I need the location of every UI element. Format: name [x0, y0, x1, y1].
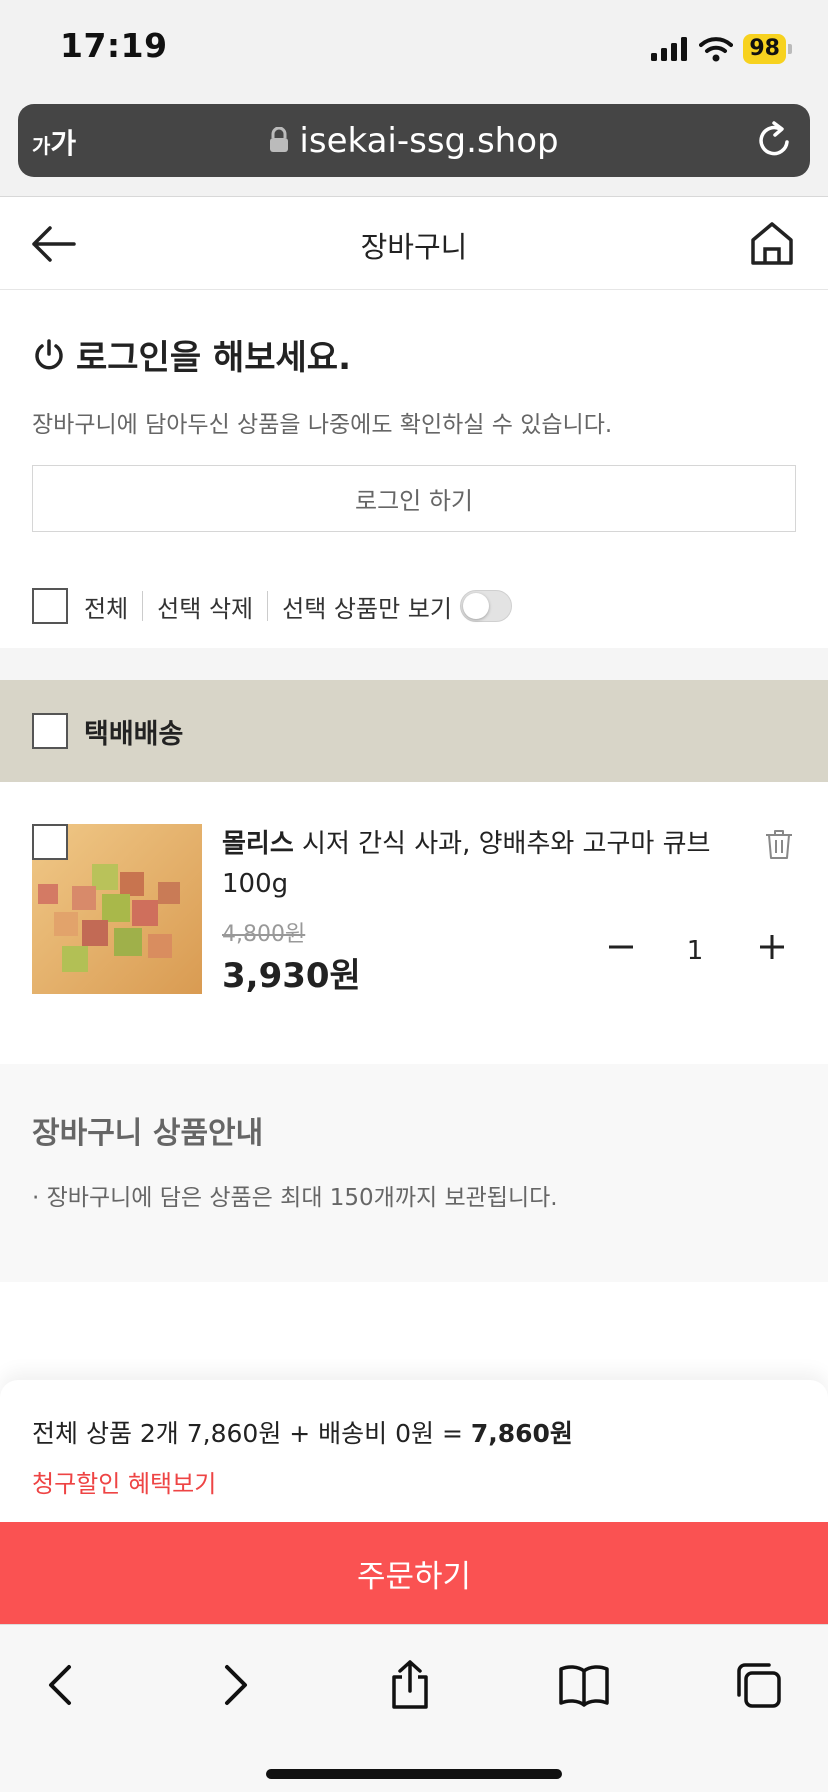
home-icon	[751, 222, 793, 265]
book-icon	[559, 1665, 609, 1707]
product-title: 시저 간식 사과, 양배추와 고구마 큐브 100g	[222, 829, 711, 899]
cart-notice: 장바구니 상품안내 · 장바구니에 담은 상품은 최대 150개까지 보관됩니다…	[0, 1064, 828, 1282]
summary-total: 7,860원	[470, 1419, 573, 1448]
quantity-value: 1	[686, 936, 704, 966]
bookmarks-button[interactable]	[554, 1655, 614, 1715]
divider	[267, 591, 269, 621]
status-icons: 98	[651, 34, 792, 64]
browser-url-area: 가가 isekai-ssg.shop	[0, 100, 828, 197]
plus-icon	[760, 935, 784, 959]
delivery-group-checkbox[interactable]	[32, 713, 68, 749]
reload-button[interactable]	[756, 120, 794, 164]
delete-selected-button[interactable]: 선택 삭제	[157, 589, 253, 624]
card-discount-link[interactable]: 청구할인 혜택보기	[32, 1464, 796, 1499]
browser-back-button[interactable]	[30, 1655, 90, 1715]
summary-text: 전체 상품 2개 7,860원 + 배송비 0원 =	[32, 1419, 471, 1448]
sale-price: 3,930원	[222, 956, 361, 996]
home-button[interactable]	[750, 220, 794, 270]
select-all-checkbox[interactable]	[32, 588, 68, 624]
login-title: 로그인을 해보세요.	[32, 330, 796, 379]
summary-line: 전체 상품 2개 7,860원 + 배송비 0원 = 7,860원	[32, 1414, 796, 1450]
power-icon	[35, 338, 63, 369]
cart-item: 몰리스 시저 간식 사과, 양배추와 고구마 큐브 100g 4,800원 3,…	[0, 782, 828, 1064]
show-selected-only-toggle[interactable]	[459, 590, 512, 622]
url-bar[interactable]: 가가 isekai-ssg.shop	[18, 104, 810, 177]
show-selected-only-label: 선택 상품만 보기	[282, 594, 452, 623]
home-indicator	[266, 1769, 562, 1779]
product-name[interactable]: 몰리스 시저 간식 사과, 양배추와 고구마 큐브 100g	[222, 824, 722, 904]
status-bar: 17:19 98	[0, 0, 828, 100]
notice-text: · 장바구니에 담은 상품은 최대 150개까지 보관됩니다.	[32, 1185, 558, 1211]
login-prompt: 로그인을 해보세요. 장바구니에 담아두신 상품을 나중에도 확인하실 수 있습…	[32, 330, 796, 532]
delivery-group-label: 택배배송	[84, 718, 184, 750]
share-button[interactable]	[380, 1655, 440, 1715]
chevron-left-icon	[49, 1665, 71, 1705]
signal-icon	[651, 37, 688, 61]
browser-forward-button[interactable]	[206, 1655, 266, 1715]
reload-icon	[759, 121, 789, 156]
toggle-knob	[462, 593, 489, 619]
page-title: 장바구니	[360, 230, 468, 264]
tabs-icon	[737, 1663, 781, 1708]
notice-title: 장바구니 상품안내	[32, 1116, 264, 1151]
section-divider	[0, 648, 828, 680]
battery-icon	[788, 44, 792, 54]
order-summary: 전체 상품 2개 7,860원 + 배송비 0원 = 7,860원 청구할인 혜…	[0, 1380, 828, 1522]
tabs-button[interactable]	[728, 1655, 788, 1715]
delete-item-button[interactable]	[764, 828, 794, 864]
share-icon	[392, 1660, 428, 1709]
page-header: 장바구니	[0, 198, 828, 290]
trash-icon	[766, 830, 792, 859]
lock-icon	[270, 126, 289, 152]
login-title-text: 로그인을 해보세요.	[76, 338, 351, 378]
wifi-icon	[699, 37, 734, 62]
minus-icon	[609, 945, 633, 949]
product-brand: 몰리스	[222, 829, 294, 859]
url-display[interactable]: isekai-ssg.shop	[18, 121, 810, 161]
quantity-increase-button[interactable]	[755, 930, 789, 964]
delivery-group-header: 택배배송	[0, 680, 828, 782]
status-time: 17:19	[60, 26, 168, 65]
divider	[142, 591, 144, 621]
url-text: isekai-ssg.shop	[299, 121, 559, 161]
select-toolbar: 전체 선택 삭제 선택 상품만 보기	[32, 587, 512, 625]
battery-level: 98	[743, 34, 786, 64]
item-checkbox[interactable]	[32, 824, 68, 860]
login-button[interactable]: 로그인 하기	[32, 465, 796, 532]
browser-toolbar	[0, 1624, 828, 1792]
original-price: 4,800원	[222, 922, 306, 947]
quantity-decrease-button[interactable]	[604, 930, 638, 964]
select-all-label[interactable]: 전체	[84, 589, 128, 624]
order-button[interactable]: 주문하기	[0, 1522, 828, 1624]
login-description: 장바구니에 담아두신 상품을 나중에도 확인하실 수 있습니다.	[32, 412, 613, 438]
chevron-right-icon	[225, 1665, 247, 1705]
